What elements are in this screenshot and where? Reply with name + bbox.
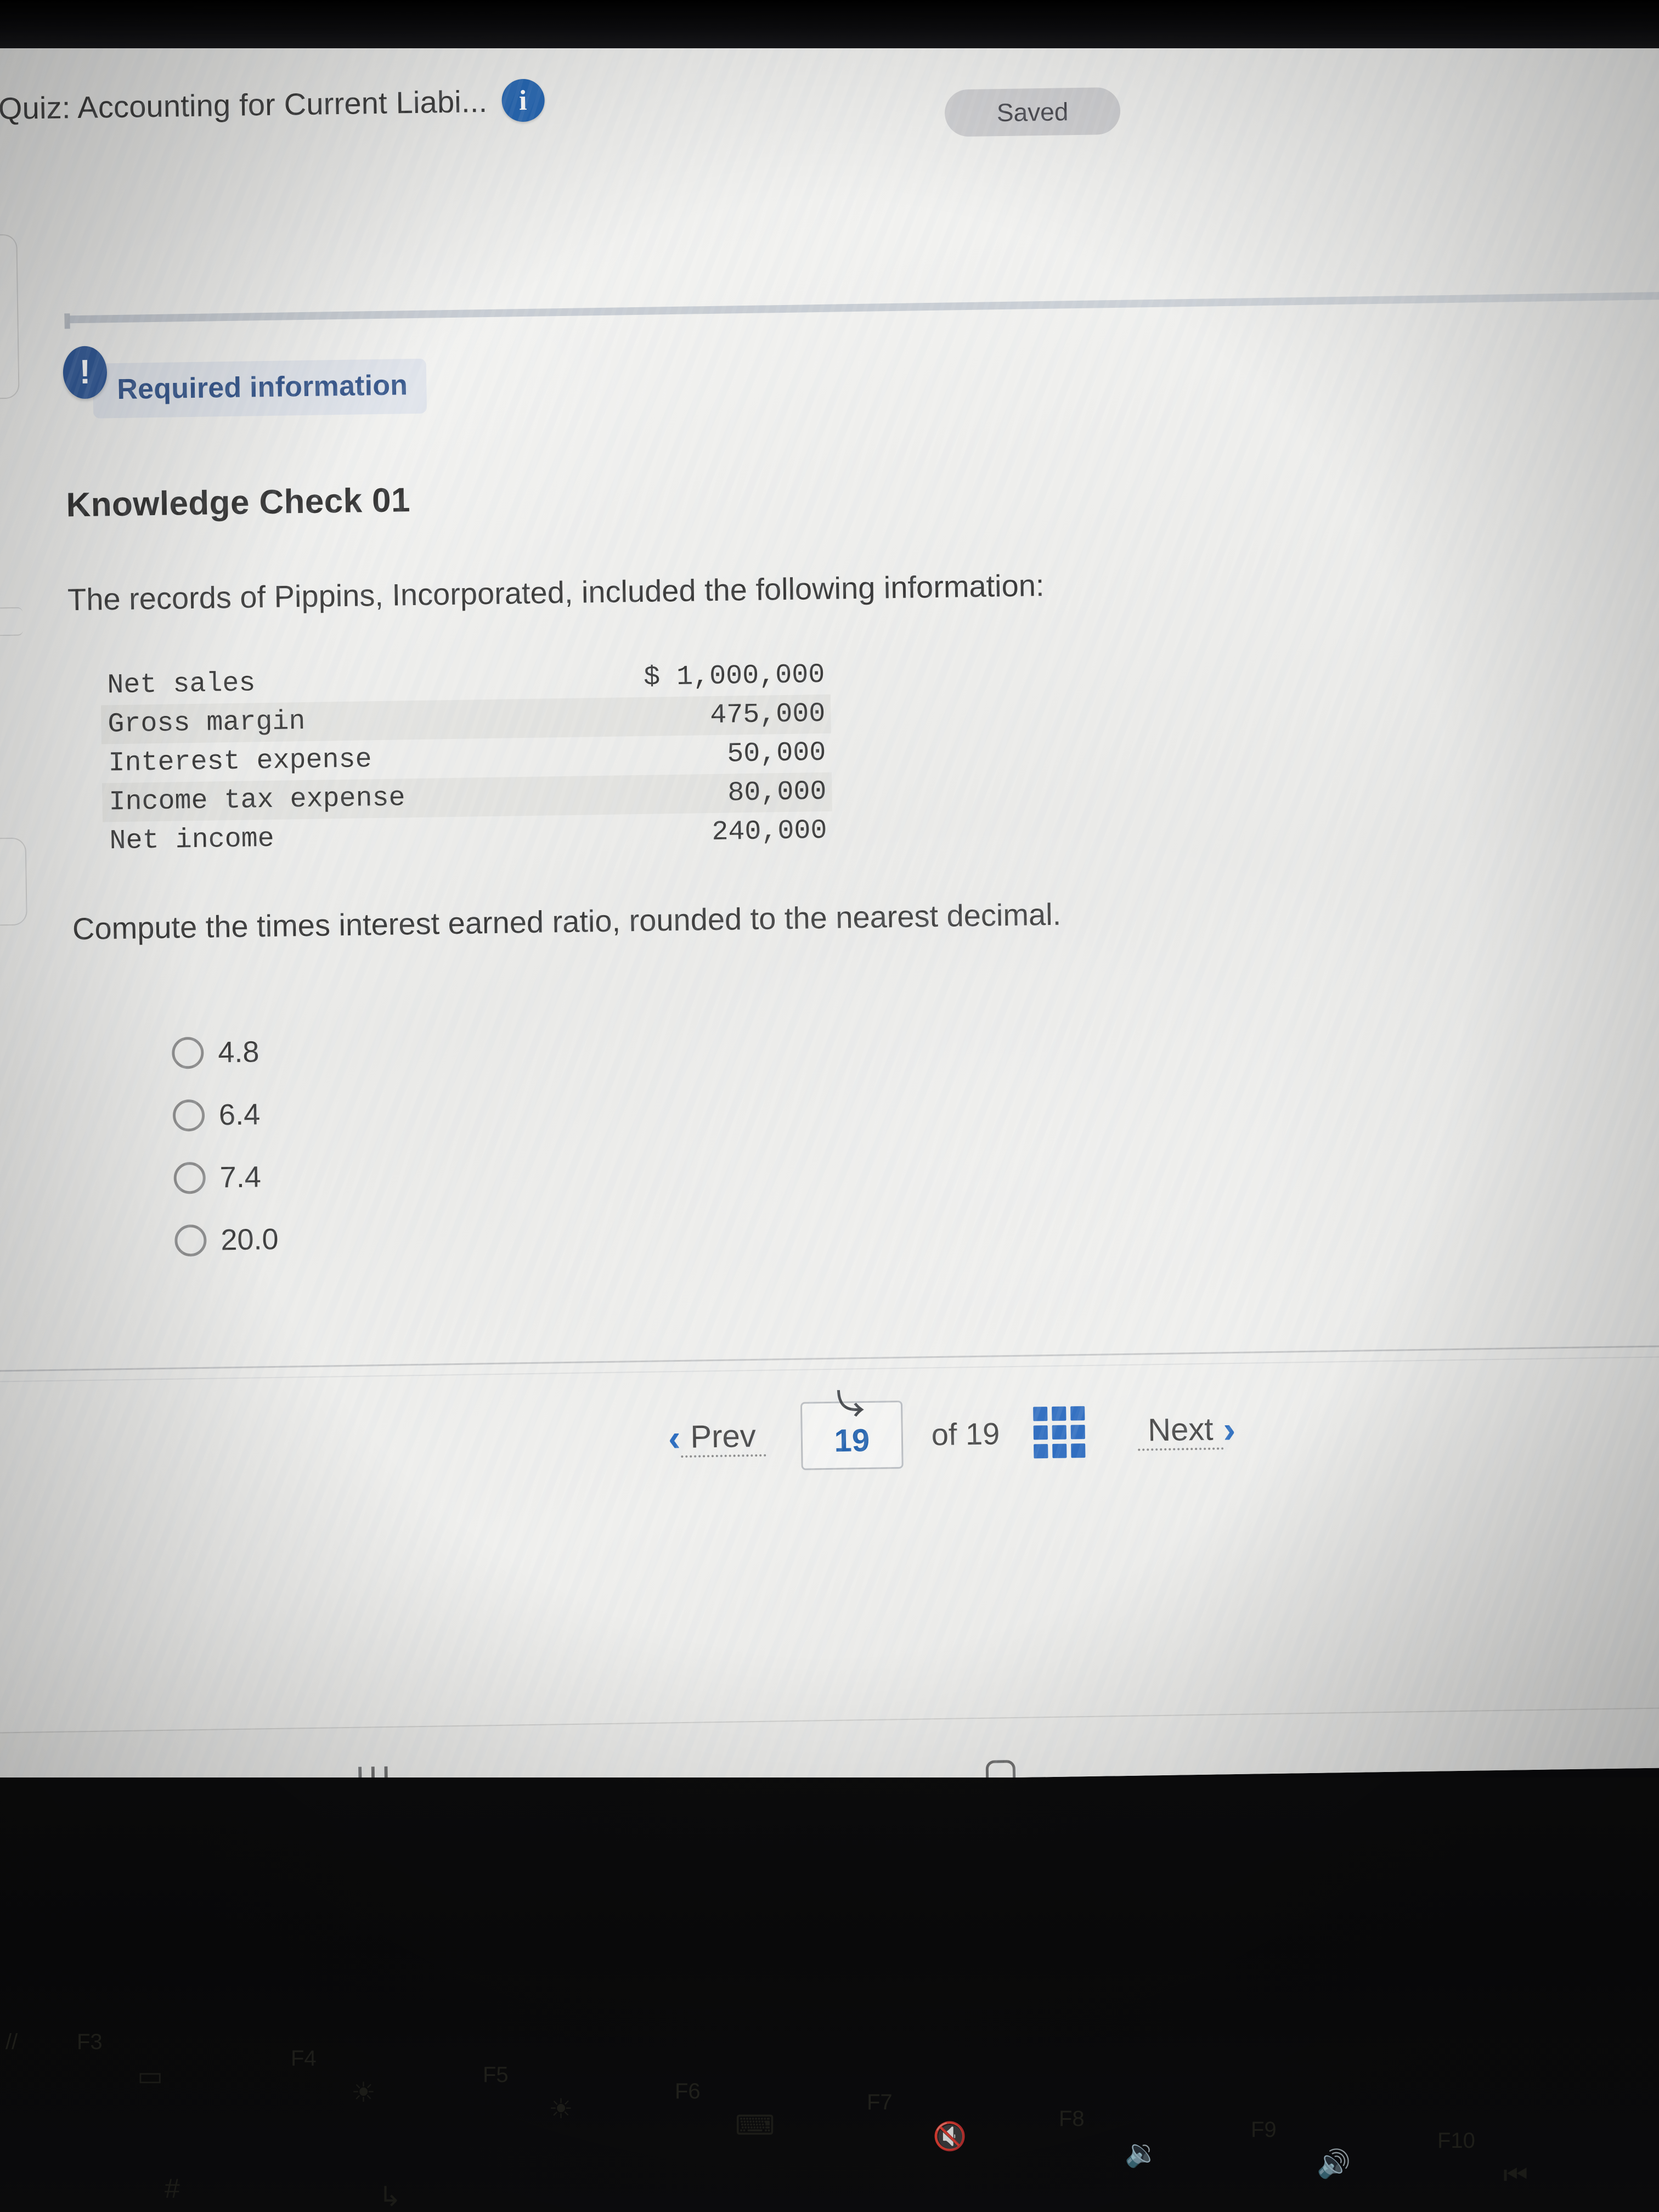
table-body: Net sales $ 1,000,000 Gross margin 475,0…: [100, 656, 833, 861]
required-information-banner: ! Required information: [63, 341, 427, 419]
option-label: 20.0: [220, 1222, 279, 1257]
key-label-f8[interactable]: F8: [1059, 2107, 1085, 2131]
chevron-left-icon[interactable]: ‹: [668, 1417, 681, 1459]
grid-icon[interactable]: [1033, 1406, 1086, 1459]
volume-down-icon[interactable]: 🔉: [1125, 2137, 1159, 2169]
option-label: 4.8: [217, 1035, 259, 1069]
prev-button[interactable]: Prev: [680, 1417, 766, 1458]
row-value: 80,000: [727, 776, 827, 809]
info-icon[interactable]: i: [501, 78, 545, 122]
row-label: Gross margin: [108, 706, 306, 741]
quiz-header: 9 Quiz: Accounting for Current Liabi... …: [0, 50, 1659, 142]
key-label-f3[interactable]: F3: [77, 2030, 103, 2055]
offscreen-divider-chip: [0, 607, 24, 637]
key-label-f4[interactable]: F4: [291, 2046, 317, 2071]
total-pages-label: of 19: [931, 1415, 1000, 1452]
offscreen-panel-chip: [0, 234, 20, 400]
next-button[interactable]: Next ›: [1137, 1408, 1236, 1451]
footer-divider: [0, 1344, 1659, 1372]
question-intro-text: The records of Pippins, Incorporated, in…: [67, 567, 1045, 617]
next-label: Next: [1137, 1410, 1224, 1451]
brightness-up-icon[interactable]: ☀: [549, 2093, 573, 2125]
keyboard-backlight-icon[interactable]: ⌨: [735, 2109, 775, 2141]
spinner-icon[interactable]: ⤴: [832, 1389, 872, 1417]
key-label-f10[interactable]: F10: [1437, 2129, 1475, 2153]
option-row[interactable]: 7.4: [173, 1146, 278, 1210]
brightness-down-icon[interactable]: ☀: [351, 2076, 376, 2108]
current-page-value: 19: [834, 1422, 870, 1459]
answer-options: 4.8 6.4 7.4 20.0: [171, 1020, 279, 1272]
page-title: 9 Quiz: Accounting for Current Liabi...: [0, 83, 488, 126]
row-value: 50,000: [726, 737, 826, 770]
exclamation-glyph: !: [79, 353, 91, 392]
radio-button[interactable]: [171, 1036, 204, 1069]
key-label-hash[interactable]: #: [165, 2172, 180, 2204]
row-label: Income tax expense: [109, 782, 406, 819]
question-prompt: Compute the times interest earned ratio,…: [72, 896, 1062, 946]
key-label-slash[interactable]: //: [5, 2030, 18, 2055]
offscreen-panel-chip-2: [0, 837, 27, 927]
display-toggle-icon[interactable]: ▭: [137, 2060, 163, 2092]
radio-button[interactable]: [173, 1161, 206, 1194]
page-number-input[interactable]: ⤴ 19: [800, 1389, 904, 1470]
option-row[interactable]: 20.0: [174, 1208, 279, 1272]
laptop-screen: 9 Quiz: Accounting for Current Liabi... …: [0, 17, 1659, 1793]
knowledge-check-heading: Knowledge Check 01: [66, 481, 411, 524]
quiz-page: 9 Quiz: Accounting for Current Liabi... …: [0, 17, 1659, 1793]
question-navigation: ‹ Prev ⤴ 19 of 19 Next ›: [668, 1389, 1236, 1472]
progress-rule-cap: [64, 313, 70, 329]
row-value: 240,000: [712, 815, 827, 849]
option-row[interactable]: 4.8: [171, 1020, 276, 1085]
key-label-f7[interactable]: F7: [867, 2090, 893, 2115]
volume-up-icon[interactable]: 🔊: [1317, 2148, 1351, 2180]
key-label-f6[interactable]: F6: [675, 2079, 701, 2104]
photo-of-screen: 9 Quiz: Accounting for Current Liabi... …: [0, 0, 1659, 2212]
row-value: $ 1,000,000: [643, 659, 825, 693]
previous-track-icon[interactable]: ⏮: [1503, 2159, 1528, 2191]
row-label: Interest expense: [108, 744, 372, 780]
financial-data-table: Net sales $ 1,000,000 Gross margin 475,0…: [100, 656, 833, 861]
laptop-keyboard-area: [0, 1778, 1659, 2212]
key-label-f9[interactable]: F9: [1251, 2118, 1277, 2142]
option-label: 6.4: [218, 1098, 261, 1132]
row-value: 475,000: [709, 698, 826, 732]
key-label-f5[interactable]: F5: [483, 2063, 509, 2087]
mute-icon[interactable]: 🔇: [933, 2120, 967, 2153]
key-label-return[interactable]: ↳: [379, 2181, 402, 2212]
option-row[interactable]: 6.4: [172, 1083, 277, 1147]
footer-divider-2: [0, 1355, 1659, 1383]
progress-rule: [67, 291, 1659, 324]
radio-button[interactable]: [172, 1099, 205, 1132]
row-label: Net income: [109, 823, 275, 857]
option-label: 7.4: [219, 1160, 262, 1194]
radio-button[interactable]: [174, 1224, 207, 1257]
row-label: Net sales: [106, 668, 256, 702]
device-bezel-top: [0, 0, 1659, 48]
chevron-right-icon: ›: [1222, 1408, 1236, 1451]
required-information-label: Required information: [92, 358, 427, 419]
